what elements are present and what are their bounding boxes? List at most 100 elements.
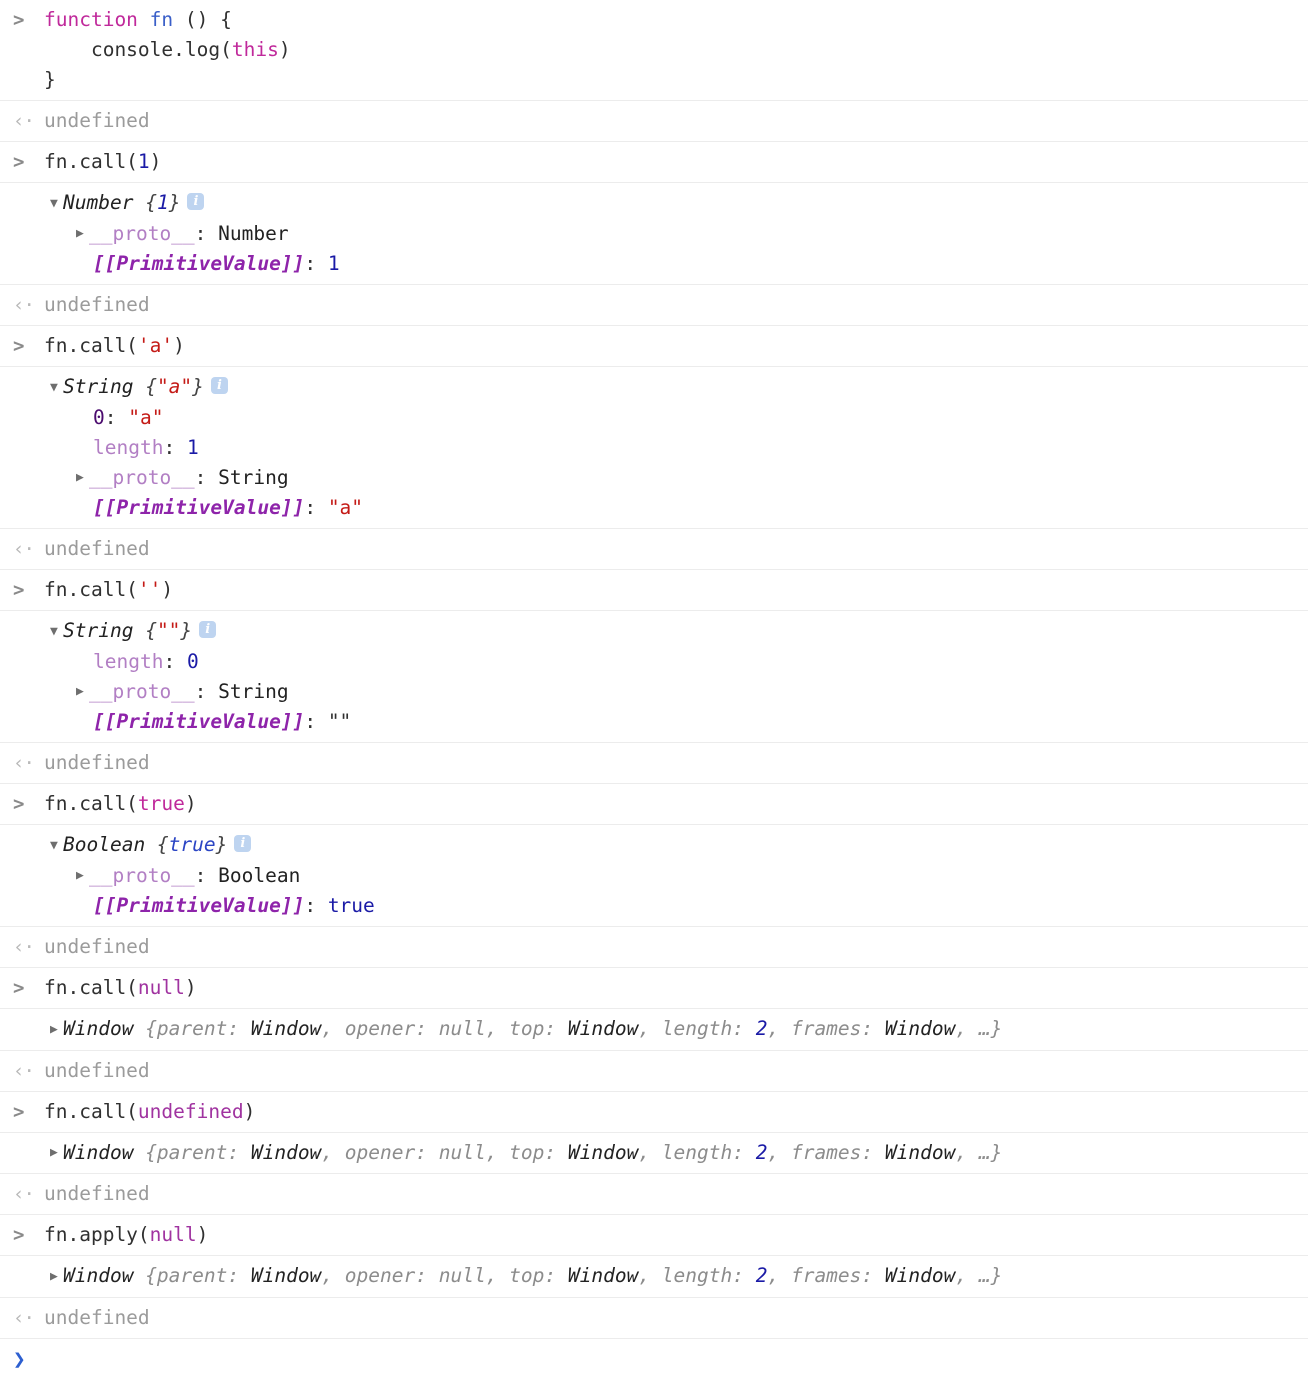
console-input-row[interactable]: > fn.call('')	[0, 570, 1308, 611]
property-key: length	[93, 435, 164, 459]
console-output-row[interactable]: ‹· undefined	[0, 1298, 1308, 1339]
property-value: String	[218, 679, 289, 703]
console-output-value: undefined	[0, 1056, 1308, 1086]
object-preview-token: , …}	[955, 1140, 1003, 1164]
info-icon[interactable]: i	[234, 835, 252, 852]
code-line: function fn () {	[44, 5, 1308, 35]
object-constructor-name: String	[63, 619, 146, 642]
console-input-row[interactable]: > fn.call(1)	[0, 142, 1308, 183]
console-output-row[interactable]: ‹· undefined	[0, 529, 1308, 570]
object-preview-token: , frames:	[767, 1017, 885, 1040]
object-preview-token: , top:	[485, 1017, 568, 1040]
property-value: String	[218, 465, 289, 489]
object-property-row[interactable]: __proto__: Boolean	[50, 861, 1308, 892]
property-key: [[PrimitiveValue]]	[93, 252, 305, 275]
object-preview-token: Window	[884, 1264, 956, 1287]
console-prompt-row[interactable]: ❯	[0, 1339, 1308, 1380]
object-preview-value: true	[168, 833, 216, 856]
chevron-right-icon[interactable]	[76, 677, 88, 707]
console-window-object-row[interactable]: Window {parent: Window, opener: null, to…	[0, 1133, 1308, 1174]
chevron-right-icon[interactable]	[50, 1138, 62, 1168]
chevron-down-icon[interactable]	[50, 189, 62, 219]
console-object-row[interactable]: Number {1}i__proto__: Number[[PrimitiveV…	[0, 183, 1308, 285]
chevron-right-icon[interactable]	[50, 1262, 62, 1292]
input-arrow-icon: >	[13, 1224, 25, 1246]
object-preview-token: null	[438, 1264, 486, 1287]
code-token: null	[149, 1223, 197, 1246]
object-tree: Number {1}i__proto__: Number[[PrimitiveV…	[0, 188, 1308, 279]
object-property-row[interactable]: __proto__: String	[50, 677, 1308, 708]
console-output-row[interactable]: ‹· undefined	[0, 927, 1308, 968]
code-token: 1	[137, 150, 150, 173]
console-input-row[interactable]: > fn.call(null)	[0, 968, 1308, 1009]
console-input-row[interactable]: > fn.call(undefined)	[0, 1092, 1308, 1133]
object-header[interactable]: Number {1} i	[50, 188, 1308, 219]
object-property-row[interactable]: length: 1	[50, 433, 1308, 463]
object-property-row[interactable]: [[PrimitiveValue]]: ""	[50, 707, 1308, 737]
object-preview-token: , opener:	[321, 1264, 439, 1287]
object-property-row[interactable]: [[PrimitiveValue]]: true	[50, 891, 1308, 921]
property-separator: :	[304, 894, 328, 917]
code-token: fn.call(	[44, 334, 138, 357]
code-token: undefined	[137, 1099, 244, 1123]
console-output-row[interactable]: ‹· undefined	[0, 743, 1308, 784]
chevron-right-icon[interactable]	[50, 1015, 62, 1045]
console-object-row[interactable]: String {""}ilength: 0__proto__: String[[…	[0, 611, 1308, 743]
console-output-row[interactable]: ‹· undefined	[0, 285, 1308, 326]
property-value: Number	[218, 221, 289, 245]
console-output-row[interactable]: ‹· undefined	[0, 1174, 1308, 1215]
object-preview-token: 2	[755, 1017, 768, 1040]
code-token: fn.call(	[44, 976, 138, 999]
chevron-down-icon[interactable]	[50, 831, 62, 861]
output-arrow-icon: ‹·	[13, 1059, 35, 1082]
output-arrow-icon: ‹·	[13, 538, 35, 560]
object-property-row[interactable]: length: 0	[50, 647, 1308, 677]
object-preview-token: null	[438, 1017, 486, 1040]
code-token: )	[184, 792, 197, 815]
chevron-right-icon[interactable]	[76, 219, 88, 249]
object-preview-token: , top:	[485, 1140, 568, 1164]
console-input-row[interactable]: > fn.call('a')	[0, 326, 1308, 367]
chevron-right-icon[interactable]	[76, 861, 88, 891]
console-output-row[interactable]: ‹· undefined	[0, 101, 1308, 142]
property-key: __proto__	[89, 863, 195, 887]
property-key: __proto__	[89, 679, 195, 703]
devtools-console[interactable]: > function fn () { console.log(this)} ‹· un…	[0, 0, 1308, 1380]
code-token: fn.call(	[44, 578, 138, 601]
chevron-down-icon[interactable]	[50, 373, 62, 403]
object-property-row[interactable]: __proto__: Number	[50, 219, 1308, 250]
input-arrow-icon: >	[13, 793, 25, 815]
console-object-row[interactable]: Boolean {true}i__proto__: Boolean[[Primi…	[0, 825, 1308, 927]
console-input-row[interactable]: > fn.call(true)	[0, 784, 1308, 825]
info-icon[interactable]: i	[199, 621, 217, 638]
object-property-row[interactable]: [[PrimitiveValue]]: 1	[50, 249, 1308, 279]
console-object-row[interactable]: String {"a"}i0: "a"length: 1__proto__: S…	[0, 367, 1308, 529]
object-preview-token: {parent:	[145, 1140, 251, 1164]
object-property-row[interactable]: 0: "a"	[50, 403, 1308, 433]
object-header[interactable]: String {""} i	[50, 616, 1308, 647]
object-header[interactable]: Boolean {true} i	[50, 830, 1308, 861]
object-property-row[interactable]: [[PrimitiveValue]]: "a"	[50, 493, 1308, 523]
object-brace-open: {	[145, 375, 157, 398]
object-header[interactable]: String {"a"} i	[50, 372, 1308, 403]
console-output-row[interactable]: ‹· undefined	[0, 1051, 1308, 1092]
object-preview-token: , length:	[638, 1264, 756, 1287]
console-prompt-input[interactable]	[0, 1344, 1308, 1374]
chevron-right-icon[interactable]	[76, 463, 88, 493]
console-window-object-row[interactable]: Window {parent: Window, opener: null, to…	[0, 1256, 1308, 1298]
console-output-value: undefined	[0, 106, 1308, 136]
input-arrow-icon: >	[13, 151, 25, 173]
info-icon[interactable]: i	[187, 193, 205, 210]
object-preview-value: ""	[156, 619, 181, 642]
object-property-row[interactable]: __proto__: String	[50, 463, 1308, 494]
console-output-value: undefined	[0, 1179, 1308, 1209]
console-input-row[interactable]: > function fn () { console.log(this)}	[0, 0, 1308, 101]
input-arrow-icon: >	[13, 9, 25, 31]
chevron-down-icon[interactable]	[50, 617, 62, 647]
info-icon[interactable]: i	[210, 377, 228, 394]
object-preview-token: 2	[755, 1264, 768, 1287]
console-input-row[interactable]: > fn.apply(null)	[0, 1215, 1308, 1256]
console-window-object-row[interactable]: Window {parent: Window, opener: null, to…	[0, 1009, 1308, 1051]
object-preview-token: , top:	[485, 1264, 568, 1287]
code-line: fn.call(true)	[44, 789, 1308, 819]
